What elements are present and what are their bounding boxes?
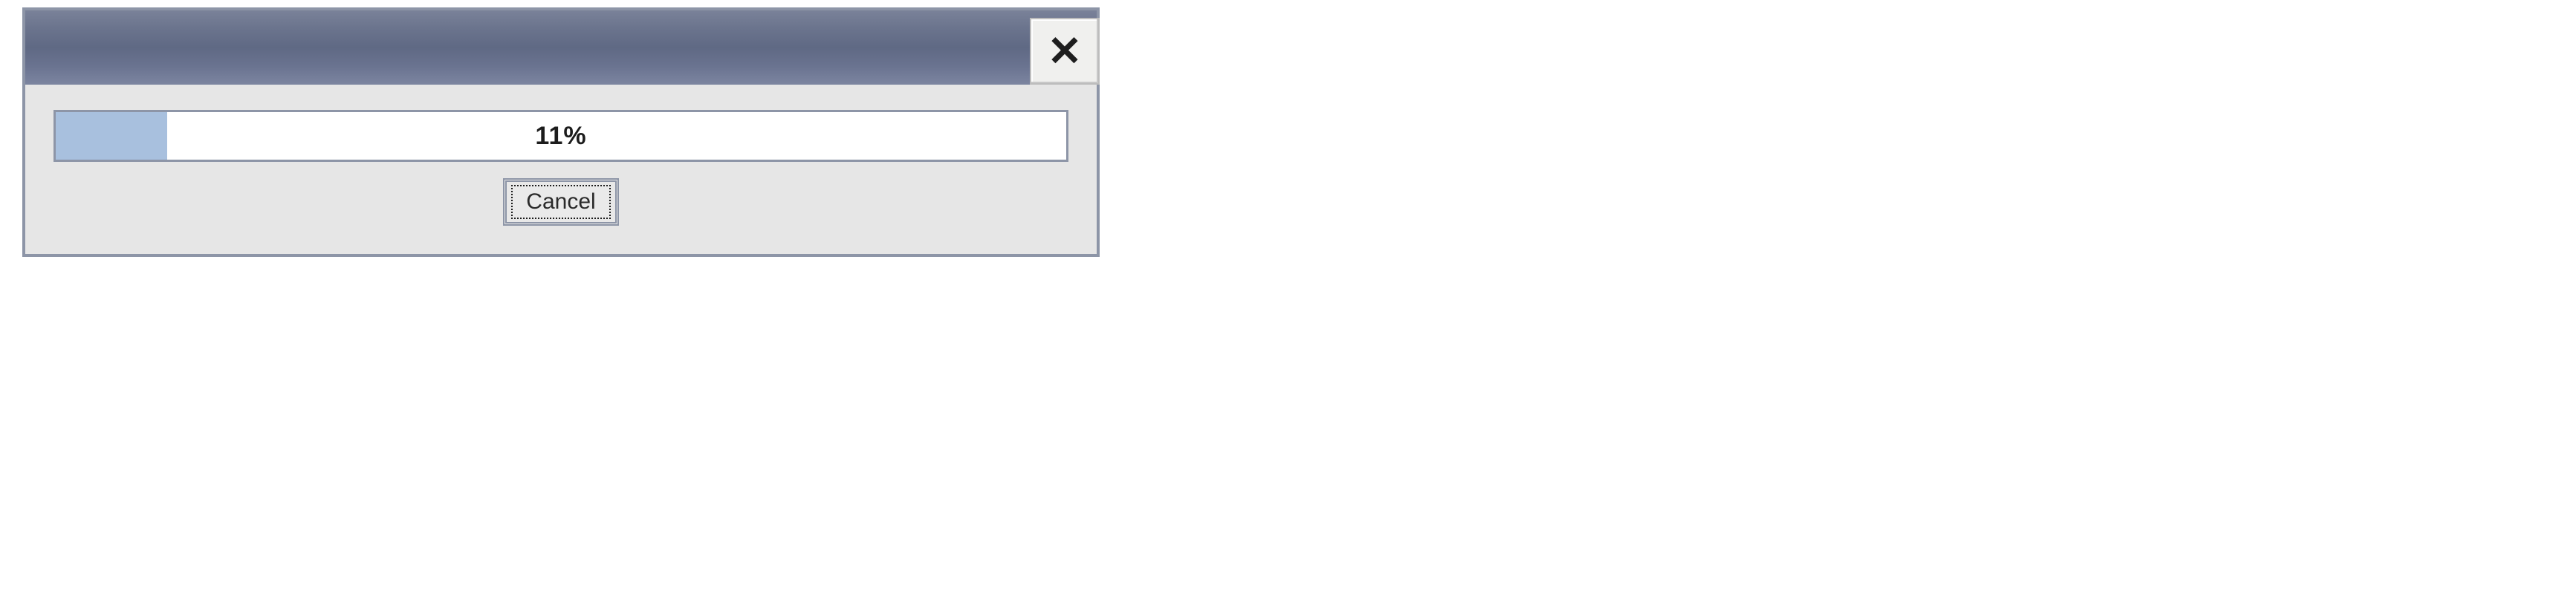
progress-bar: 11% — [53, 110, 1068, 162]
progress-dialog: ✕ 11% Cancel — [22, 7, 1100, 257]
titlebar[interactable]: ✕ — [25, 10, 1097, 85]
dialog-client-area: 11% Cancel — [25, 85, 1097, 254]
close-button[interactable]: ✕ — [1030, 18, 1100, 85]
close-icon: ✕ — [1048, 30, 1083, 72]
progress-bar-label: 11% — [56, 112, 1066, 160]
cancel-button[interactable]: Cancel — [503, 178, 618, 226]
cancel-button-label: Cancel — [511, 185, 610, 219]
button-row: Cancel — [53, 178, 1068, 226]
